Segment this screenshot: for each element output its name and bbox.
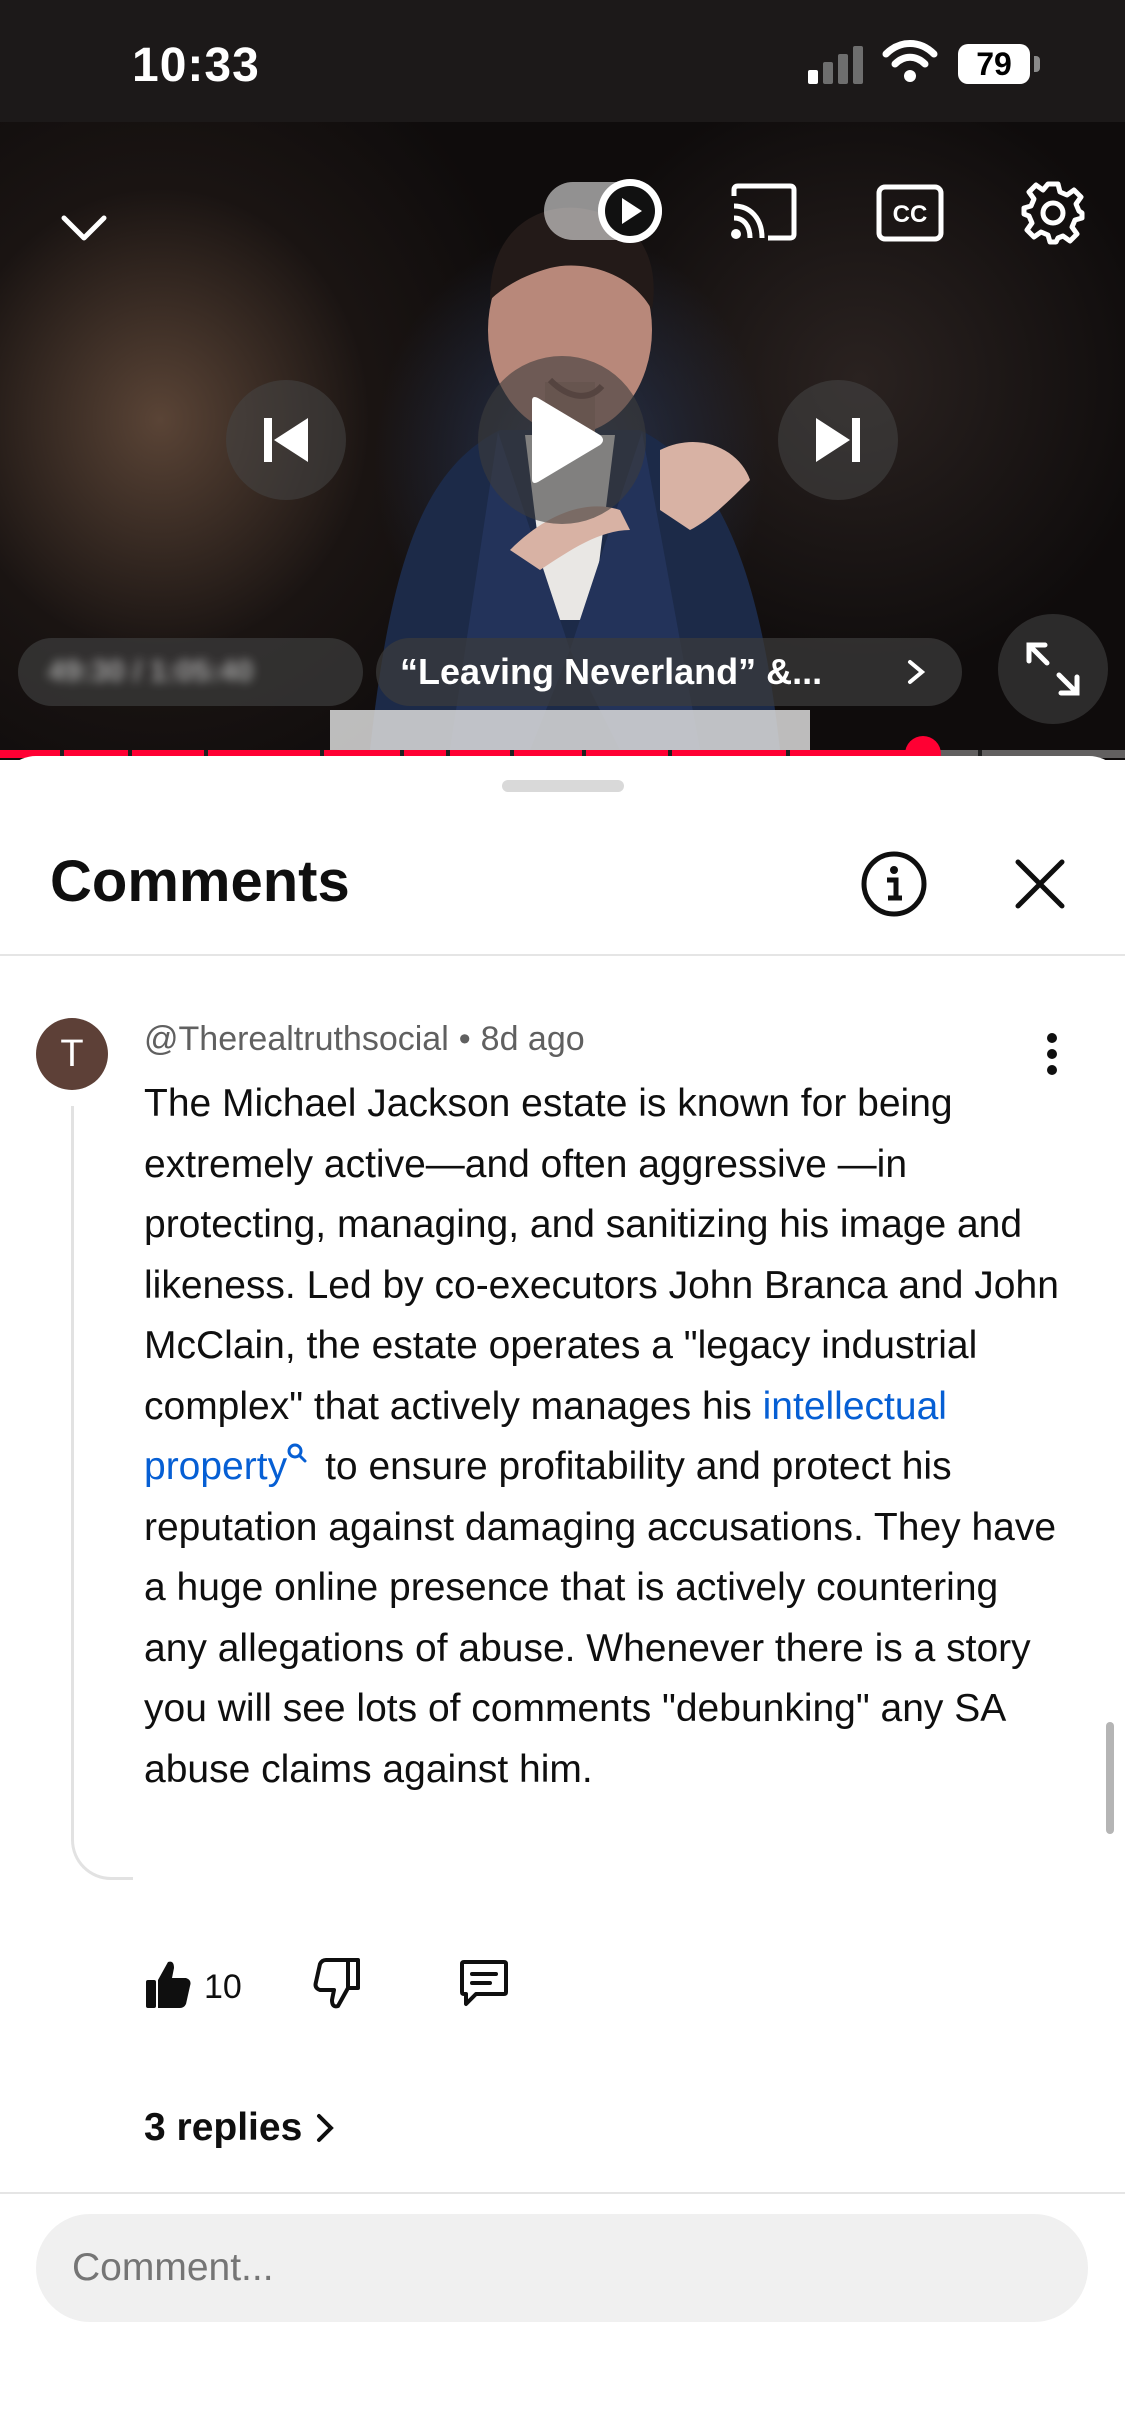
status-time: 10:33 bbox=[132, 39, 260, 92]
next-icon bbox=[816, 418, 860, 462]
comment-input[interactable] bbox=[36, 2214, 1088, 2322]
next-button[interactable] bbox=[778, 380, 898, 500]
info-icon[interactable] bbox=[860, 850, 928, 918]
settings-gear-icon[interactable] bbox=[1020, 180, 1086, 246]
drag-handle[interactable] bbox=[502, 780, 624, 792]
fullscreen-icon bbox=[1026, 642, 1080, 696]
comment-text: The Michael Jackson estate is known for … bbox=[144, 1074, 1064, 1800]
collapse-chevron-icon[interactable] bbox=[60, 204, 108, 252]
chevron-right-icon bbox=[908, 660, 926, 684]
video-player[interactable]: 10:33 79 CC 49:30 / 1:05:40 “Leaving Nev… bbox=[0, 0, 1125, 760]
fullscreen-button[interactable] bbox=[998, 614, 1108, 724]
avatar[interactable]: T bbox=[36, 1018, 108, 1090]
battery-level: 79 bbox=[958, 44, 1030, 84]
thumbs-up-icon[interactable] bbox=[144, 1958, 192, 2010]
search-icon[interactable] bbox=[287, 1443, 307, 1465]
thumbs-down-icon[interactable] bbox=[312, 1958, 360, 2010]
comment-meta: @Therealtruthsocial • 8d ago bbox=[144, 1020, 585, 1059]
header-divider bbox=[0, 954, 1125, 956]
like-count: 10 bbox=[204, 1968, 242, 2006]
time-display-redacted: 49:30 / 1:05:40 bbox=[18, 638, 363, 706]
comments-sheet: Comments T @Therealtruthsocial • 8d ago Th… bbox=[0, 756, 1125, 2436]
input-divider bbox=[0, 2192, 1125, 2194]
comment-text-part1: The Michael Jackson estate is known for … bbox=[144, 1082, 1059, 1428]
comment-author[interactable]: @Therealtruthsocial bbox=[144, 1020, 449, 1058]
chevron-right-icon bbox=[317, 2114, 335, 2142]
time-display-text: 49:30 / 1:05:40 bbox=[48, 655, 254, 688]
captions-icon[interactable]: CC bbox=[876, 184, 944, 242]
autoplay-toggle[interactable] bbox=[544, 176, 662, 246]
sheet-title: Comments bbox=[50, 849, 350, 914]
replies-label: 3 replies bbox=[144, 2106, 303, 2149]
cast-icon[interactable] bbox=[728, 182, 800, 242]
meta-separator: • bbox=[458, 1020, 471, 1058]
status-bar: 10:33 79 bbox=[0, 0, 1125, 122]
svg-text:CC: CC bbox=[893, 201, 928, 228]
comment-text-part2: to ensure profitability and protect his … bbox=[144, 1445, 1057, 1791]
chapter-title: “Leaving Neverland” &... bbox=[400, 651, 823, 692]
close-icon[interactable] bbox=[1012, 856, 1068, 912]
wifi-icon bbox=[882, 40, 938, 82]
previous-button[interactable] bbox=[226, 380, 346, 500]
battery-tip bbox=[1034, 56, 1040, 72]
more-options-icon[interactable] bbox=[1040, 1032, 1064, 1076]
autoplay-toggle-icon bbox=[544, 179, 662, 243]
cellular-signal-icon bbox=[808, 46, 863, 84]
chapter-button[interactable]: “Leaving Neverland” &... bbox=[376, 638, 962, 706]
scrollbar[interactable] bbox=[1106, 1722, 1114, 1834]
previous-icon bbox=[264, 418, 308, 462]
replies-button[interactable]: 3 replies bbox=[144, 2106, 336, 2150]
thread-line bbox=[71, 1106, 133, 1880]
comment-age: 8d ago bbox=[480, 1020, 585, 1058]
play-icon bbox=[532, 397, 603, 483]
reply-icon[interactable] bbox=[458, 1958, 510, 2008]
play-button[interactable] bbox=[478, 356, 646, 524]
